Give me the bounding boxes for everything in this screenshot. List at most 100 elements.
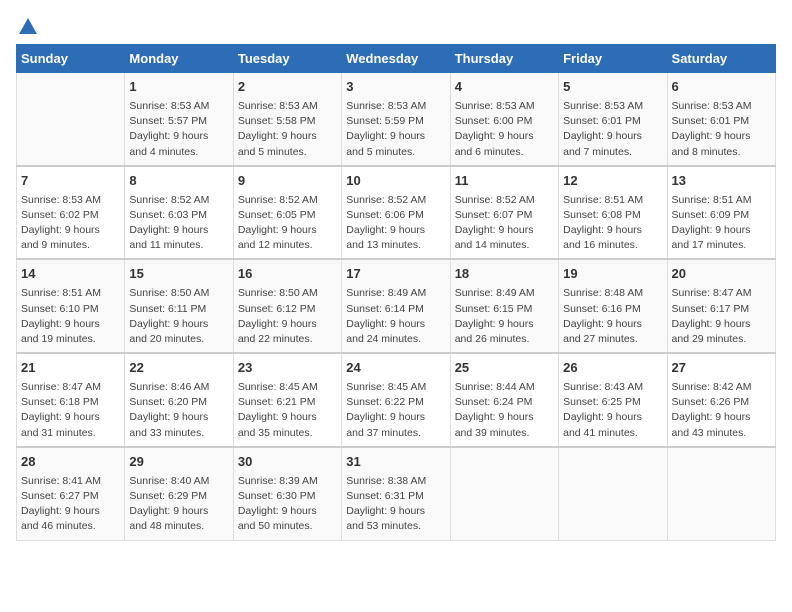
day-info: Sunrise: 8:46 AMSunset: 6:20 PMDaylight:…	[129, 380, 228, 441]
calendar-cell: 3Sunrise: 8:53 AMSunset: 5:59 PMDaylight…	[342, 73, 450, 166]
logo	[16, 16, 40, 34]
calendar-cell: 5 Sunrise: 8:53 AMSunset: 6:01 PMDaylight…	[559, 73, 667, 166]
day-info: Sunrise: 8:48 AMSunset: 6:16 PMDaylight:…	[563, 286, 662, 347]
day-number: 29	[129, 453, 228, 472]
calendar-cell: 25 Sunrise: 8:44 AMSunset: 6:24 PMDayligh…	[450, 353, 558, 447]
calendar-cell: 29 Sunrise: 8:40 AMSunset: 6:29 PMDayligh…	[125, 447, 233, 540]
day-info: Sunrise: 8:53 AMSunset: 6:02 PMDaylight:…	[21, 193, 120, 254]
day-info: Sunrise: 8:53 AMSunset: 5:57 PMDaylight:…	[129, 99, 228, 160]
day-info: Sunrise: 8:53 AMSunset: 6:00 PMDaylight:…	[455, 99, 554, 160]
calendar-cell: 8 Sunrise: 8:52 AMSunset: 6:03 PMDaylight…	[125, 166, 233, 260]
calendar-cell	[559, 447, 667, 540]
calendar-cell: 1 Sunrise: 8:53 AMSunset: 5:57 PMDaylight…	[125, 73, 233, 166]
day-number: 27	[672, 359, 771, 378]
day-info: Sunrise: 8:53 AMSunset: 6:01 PMDaylight:…	[672, 99, 771, 160]
day-info: Sunrise: 8:47 AMSunset: 6:18 PMDaylight:…	[21, 380, 120, 441]
day-number: 16	[238, 265, 337, 284]
day-number: 22	[129, 359, 228, 378]
day-info: Sunrise: 8:52 AMSunset: 6:03 PMDaylight:…	[129, 193, 228, 254]
day-number: 9	[238, 172, 337, 191]
week-row-3: 14 Sunrise: 8:51 AMSunset: 6:10 PMDayligh…	[17, 259, 776, 353]
column-header-sunday: Sunday	[17, 45, 125, 73]
day-info: Sunrise: 8:42 AMSunset: 6:26 PMDaylight:…	[672, 380, 771, 441]
day-number: 2	[238, 78, 337, 97]
day-info: Sunrise: 8:44 AMSunset: 6:24 PMDaylight:…	[455, 380, 554, 441]
header-row: SundayMondayTuesdayWednesdayThursdayFrid…	[17, 45, 776, 73]
calendar-cell: 23 Sunrise: 8:45 AMSunset: 6:21 PMDayligh…	[233, 353, 341, 447]
calendar-cell: 4Sunrise: 8:53 AMSunset: 6:00 PMDaylight…	[450, 73, 558, 166]
calendar-cell: 26Sunrise: 8:43 AMSunset: 6:25 PMDayligh…	[559, 353, 667, 447]
week-row-5: 28Sunrise: 8:41 AMSunset: 6:27 PMDayligh…	[17, 447, 776, 540]
calendar-cell	[667, 447, 775, 540]
logo-icon	[17, 16, 39, 38]
day-info: Sunrise: 8:53 AMSunset: 5:58 PMDaylight:…	[238, 99, 337, 160]
day-number: 12	[563, 172, 662, 191]
calendar-cell: 11 Sunrise: 8:52 AMSunset: 6:07 PMDayligh…	[450, 166, 558, 260]
calendar-cell: 7 Sunrise: 8:53 AMSunset: 6:02 PMDaylight…	[17, 166, 125, 260]
calendar-cell: 20 Sunrise: 8:47 AMSunset: 6:17 PMDayligh…	[667, 259, 775, 353]
calendar-cell	[450, 447, 558, 540]
day-number: 20	[672, 265, 771, 284]
calendar-cell: 22 Sunrise: 8:46 AMSunset: 6:20 PMDayligh…	[125, 353, 233, 447]
week-row-1: 1 Sunrise: 8:53 AMSunset: 5:57 PMDaylight…	[17, 73, 776, 166]
day-info: Sunrise: 8:41 AMSunset: 6:27 PMDaylight:…	[21, 474, 120, 535]
day-number: 10	[346, 172, 445, 191]
column-header-friday: Friday	[559, 45, 667, 73]
day-number: 31	[346, 453, 445, 472]
day-info: Sunrise: 8:52 AMSunset: 6:06 PMDaylight:…	[346, 193, 445, 254]
day-info: Sunrise: 8:51 AMSunset: 6:08 PMDaylight:…	[563, 193, 662, 254]
calendar-cell: 10 Sunrise: 8:52 AMSunset: 6:06 PMDayligh…	[342, 166, 450, 260]
calendar-cell: 16Sunrise: 8:50 AMSunset: 6:12 PMDayligh…	[233, 259, 341, 353]
calendar-cell: 14 Sunrise: 8:51 AMSunset: 6:10 PMDayligh…	[17, 259, 125, 353]
calendar-cell: 24 Sunrise: 8:45 AMSunset: 6:22 PMDayligh…	[342, 353, 450, 447]
week-row-2: 7 Sunrise: 8:53 AMSunset: 6:02 PMDaylight…	[17, 166, 776, 260]
day-number: 5	[563, 78, 662, 97]
day-info: Sunrise: 8:45 AMSunset: 6:22 PMDaylight:…	[346, 380, 445, 441]
calendar-cell: 21 Sunrise: 8:47 AMSunset: 6:18 PMDayligh…	[17, 353, 125, 447]
calendar-cell: 15 Sunrise: 8:50 AMSunset: 6:11 PMDayligh…	[125, 259, 233, 353]
day-info: Sunrise: 8:47 AMSunset: 6:17 PMDaylight:…	[672, 286, 771, 347]
day-number: 30	[238, 453, 337, 472]
day-info: Sunrise: 8:40 AMSunset: 6:29 PMDaylight:…	[129, 474, 228, 535]
day-number: 3	[346, 78, 445, 97]
header	[16, 16, 776, 34]
calendar-cell: 31Sunrise: 8:38 AMSunset: 6:31 PMDayligh…	[342, 447, 450, 540]
calendar-table: SundayMondayTuesdayWednesdayThursdayFrid…	[16, 44, 776, 541]
day-number: 21	[21, 359, 120, 378]
day-number: 23	[238, 359, 337, 378]
day-number: 19	[563, 265, 662, 284]
calendar-cell	[17, 73, 125, 166]
calendar-cell: 28Sunrise: 8:41 AMSunset: 6:27 PMDayligh…	[17, 447, 125, 540]
calendar-cell: 2 Sunrise: 8:53 AMSunset: 5:58 PMDaylight…	[233, 73, 341, 166]
day-info: Sunrise: 8:52 AMSunset: 6:07 PMDaylight:…	[455, 193, 554, 254]
column-header-wednesday: Wednesday	[342, 45, 450, 73]
day-number: 14	[21, 265, 120, 284]
day-info: Sunrise: 8:39 AMSunset: 6:30 PMDaylight:…	[238, 474, 337, 535]
week-row-4: 21 Sunrise: 8:47 AMSunset: 6:18 PMDayligh…	[17, 353, 776, 447]
day-number: 11	[455, 172, 554, 191]
column-header-tuesday: Tuesday	[233, 45, 341, 73]
day-info: Sunrise: 8:50 AMSunset: 6:11 PMDaylight:…	[129, 286, 228, 347]
calendar-cell: 9 Sunrise: 8:52 AMSunset: 6:05 PMDaylight…	[233, 166, 341, 260]
day-number: 13	[672, 172, 771, 191]
day-number: 26	[563, 359, 662, 378]
day-info: Sunrise: 8:45 AMSunset: 6:21 PMDaylight:…	[238, 380, 337, 441]
day-number: 7	[21, 172, 120, 191]
day-number: 15	[129, 265, 228, 284]
day-number: 24	[346, 359, 445, 378]
day-number: 17	[346, 265, 445, 284]
day-info: Sunrise: 8:49 AMSunset: 6:15 PMDaylight:…	[455, 286, 554, 347]
calendar-cell: 18Sunrise: 8:49 AMSunset: 6:15 PMDayligh…	[450, 259, 558, 353]
column-header-saturday: Saturday	[667, 45, 775, 73]
calendar-cell: 6 Sunrise: 8:53 AMSunset: 6:01 PMDaylight…	[667, 73, 775, 166]
column-header-monday: Monday	[125, 45, 233, 73]
day-number: 8	[129, 172, 228, 191]
day-info: Sunrise: 8:53 AMSunset: 6:01 PMDaylight:…	[563, 99, 662, 160]
day-number: 6	[672, 78, 771, 97]
calendar-cell: 13Sunrise: 8:51 AMSunset: 6:09 PMDayligh…	[667, 166, 775, 260]
day-number: 1	[129, 78, 228, 97]
day-number: 25	[455, 359, 554, 378]
day-info: Sunrise: 8:51 AMSunset: 6:10 PMDaylight:…	[21, 286, 120, 347]
day-info: Sunrise: 8:52 AMSunset: 6:05 PMDaylight:…	[238, 193, 337, 254]
day-info: Sunrise: 8:49 AMSunset: 6:14 PMDaylight:…	[346, 286, 445, 347]
